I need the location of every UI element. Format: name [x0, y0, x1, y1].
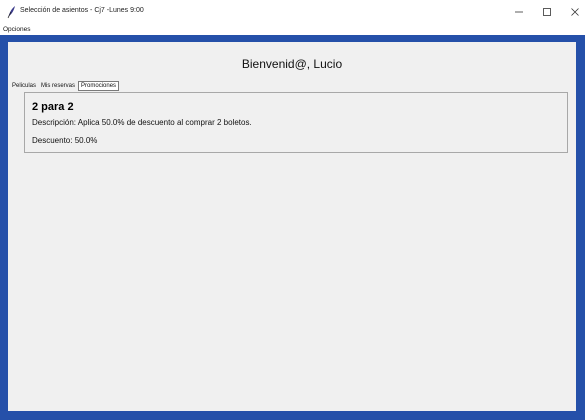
tab-promociones[interactable]: Promociones [78, 81, 120, 91]
close-icon [570, 7, 580, 17]
window-frame: Bienvenid@, Lucio Peliculas Mis reservas… [0, 35, 585, 420]
promotion-description: Descripción: Aplica 50.0% de descuento a… [32, 118, 252, 127]
tab-peliculas[interactable]: Peliculas [10, 82, 38, 91]
tab-bar: Peliculas Mis reservas Promociones [10, 80, 120, 91]
minimize-icon [514, 7, 524, 17]
close-button[interactable] [561, 3, 585, 21]
minimize-button[interactable] [505, 3, 533, 21]
promotion-card: 2 para 2 Descripción: Aplica 50.0% de de… [24, 92, 568, 153]
menu-opciones[interactable]: Opciones [3, 25, 30, 34]
window-title: Selección de asientos - Cj7 -Lunes 9:00 [20, 7, 144, 14]
promotion-discount: Descuento: 50.0% [32, 136, 98, 145]
main-panel: Bienvenid@, Lucio Peliculas Mis reservas… [8, 42, 576, 411]
title-bar: Selección de asientos - Cj7 -Lunes 9:00 [0, 0, 585, 24]
maximize-icon [542, 7, 552, 17]
tab-mis-reservas[interactable]: Mis reservas [39, 82, 77, 91]
welcome-heading: Bienvenid@, Lucio [241, 57, 343, 71]
maximize-button[interactable] [533, 3, 561, 21]
menu-bar: Opciones [0, 24, 585, 35]
promotion-name: 2 para 2 [32, 101, 74, 113]
feather-icon [6, 5, 16, 19]
